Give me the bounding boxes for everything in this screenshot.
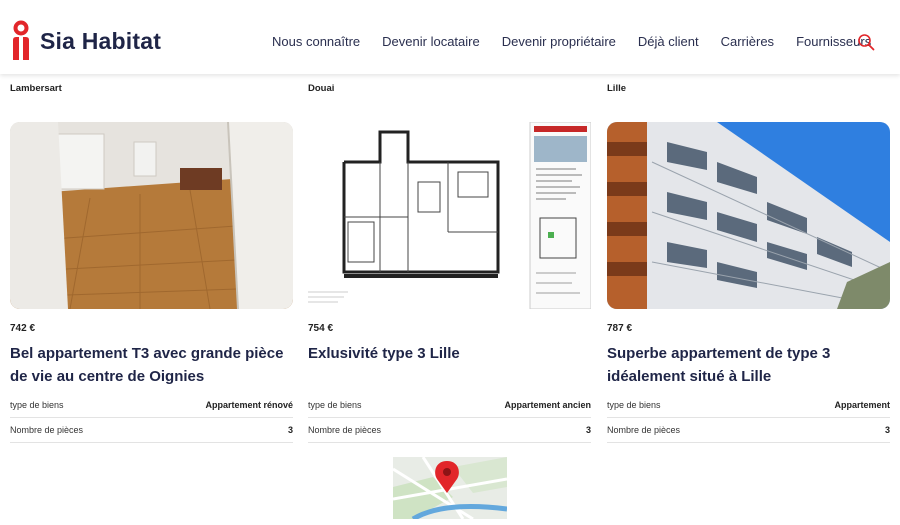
property-type-row: type de biens Appartement bbox=[607, 393, 890, 418]
nav-item-carrieres[interactable]: Carrières bbox=[721, 34, 774, 49]
listing-city: Lambersart bbox=[10, 83, 62, 94]
rooms-label: Nombre de pièces bbox=[607, 425, 681, 435]
nav-item-devenir-locataire[interactable]: Devenir locataire bbox=[382, 34, 480, 49]
property-type-value: Appartement ancien bbox=[504, 400, 591, 410]
building-photo-image bbox=[607, 122, 890, 309]
rooms-row: Nombre de pièces 3 bbox=[10, 418, 293, 443]
rooms-value: 3 bbox=[884, 425, 890, 435]
nav-item-devenir-proprietaire[interactable]: Devenir propriétaire bbox=[502, 34, 616, 49]
brand-logo[interactable]: Sia Habitat bbox=[10, 20, 161, 62]
listing-photo[interactable] bbox=[10, 122, 293, 309]
nav-item-nous-connaitre[interactable]: Nous connaître bbox=[272, 34, 360, 49]
nav-item-deja-client[interactable]: Déjà client bbox=[638, 34, 699, 49]
rooms-label: Nombre de pièces bbox=[10, 425, 84, 435]
rooms-row: Nombre de pièces 3 bbox=[308, 418, 591, 443]
listing-price: 787 € bbox=[607, 323, 633, 334]
rooms-label: Nombre de pièces bbox=[308, 425, 382, 435]
brand-name: Sia Habitat bbox=[40, 27, 162, 54]
property-type-label: type de biens bbox=[10, 400, 64, 410]
rooms-value: 3 bbox=[585, 425, 591, 435]
floor-plan-image bbox=[308, 122, 591, 309]
listing-price: 742 € bbox=[10, 323, 36, 334]
property-type-value: Appartement rénové bbox=[205, 400, 293, 410]
rooms-row: Nombre de pièces 3 bbox=[607, 418, 890, 443]
property-type-label: type de biens bbox=[308, 400, 362, 410]
room-photo-image bbox=[10, 122, 293, 309]
property-type-row: type de biens Appartement ancien bbox=[308, 393, 591, 418]
property-type-value: Appartement bbox=[834, 400, 890, 410]
logo-icon bbox=[13, 20, 29, 60]
listing-city: Douai bbox=[308, 83, 335, 94]
listing-photo[interactable] bbox=[308, 122, 591, 309]
listing-photo[interactable] bbox=[607, 122, 890, 309]
listing-city: Lille bbox=[607, 83, 627, 94]
listing-title[interactable]: Superbe appartement de type 3 idéalement… bbox=[607, 342, 897, 388]
site-header: Sia Habitat Nous connaître Devenir locat… bbox=[0, 0, 900, 74]
main-nav: Nous connaître Devenir locataire Devenir… bbox=[272, 34, 871, 49]
listing-title[interactable]: Exlusivité type 3 Lille bbox=[308, 342, 598, 365]
search-icon[interactable] bbox=[857, 33, 875, 51]
listing-price: 754 € bbox=[308, 323, 334, 334]
property-type-label: type de biens bbox=[607, 400, 661, 410]
map-pin-icon[interactable] bbox=[393, 457, 507, 519]
property-type-row: type de biens Appartement rénové bbox=[10, 393, 293, 418]
rooms-value: 3 bbox=[287, 425, 293, 435]
listing-title[interactable]: Bel appartement T3 avec grande pièce de … bbox=[10, 342, 300, 388]
